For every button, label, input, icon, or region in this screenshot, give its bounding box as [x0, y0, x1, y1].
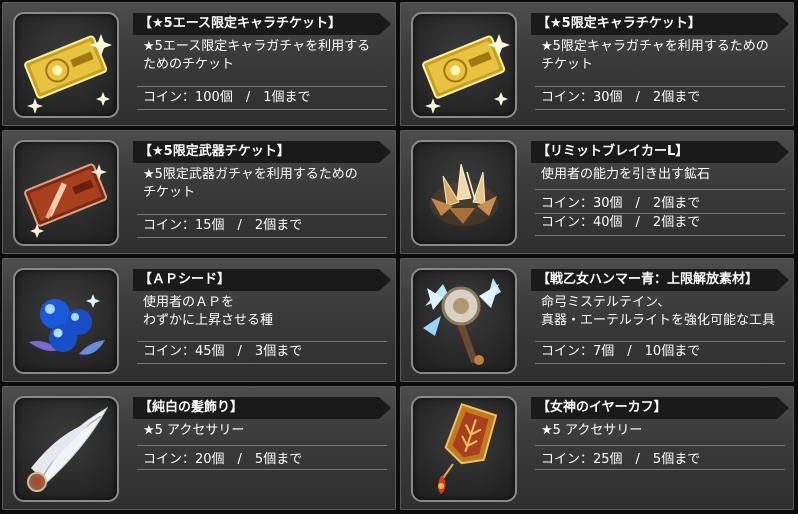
item-cost: コイン：7個 / 10個まで: [541, 344, 701, 359]
item-description: ★5限定武器ガチャを利用するための チケット: [143, 166, 393, 202]
separator: [137, 214, 387, 215]
separator: [137, 445, 387, 446]
desc-line: ★5エース限定キャラガチャを利用する: [143, 39, 371, 54]
separator: [137, 363, 387, 364]
item-description: ★5エース限定キャラガチャを利用する ためのチケット: [143, 38, 393, 74]
item-cost: コイン：100個 / 1個まで: [143, 90, 311, 105]
separator: [137, 341, 387, 342]
item-title: 【★5限定武器チケット】: [139, 144, 290, 159]
item-title: 【ＡＰシード】: [139, 272, 231, 287]
item-description: 命弓ミステルテイン、 真器・エーテルライトを強化可能な工具: [541, 294, 791, 330]
item-description: ★5限定キャラガチャを利用するための チケット: [541, 38, 791, 74]
separator: [137, 109, 387, 110]
shop-item-card[interactable]: 【★5限定武器チケット】 ★5限定武器ガチャを利用するための チケット コイン：…: [2, 130, 396, 254]
separator: [535, 469, 785, 470]
shop-item-card[interactable]: 【純白の髪飾り】 ★5 アクセサリー コイン：20個 / 5個まで: [2, 386, 396, 510]
desc-line: チケット: [541, 57, 594, 72]
item-cost: コイン：15個 / 2個まで: [143, 218, 303, 233]
item-cost: コイン：30個 / 2個まで: [541, 196, 701, 211]
desc-line: 命弓ミステルテイン、: [541, 295, 671, 310]
separator: [535, 109, 785, 110]
white-feather-icon: [13, 396, 119, 502]
separator: [535, 445, 785, 446]
crystal-ore-icon: [411, 140, 517, 246]
shop-item-card[interactable]: 【リミットブレイカーL】 使用者の能力を引き出す鉱石 コイン：30個 / 2個ま…: [400, 130, 794, 254]
separator: [535, 363, 785, 364]
desc-line: ★5限定キャラガチャを利用するための: [541, 39, 769, 54]
item-cost: コイン：45個 / 3個まで: [143, 344, 303, 359]
shop-item-card[interactable]: 【★5エース限定キャラチケット】 ★5エース限定キャラガチャを利用する ためのチ…: [2, 2, 396, 126]
blue-seed-icon: [13, 268, 119, 374]
desc-line: ためのチケット: [143, 57, 235, 72]
desc-line: 使用者の能力を引き出す鉱石: [541, 167, 711, 182]
shop-item-card[interactable]: 【女神のイヤーカフ】 ★5 アクセサリー コイン：25個 / 5個まで: [400, 386, 794, 510]
separator: [535, 235, 785, 236]
separator: [137, 86, 387, 87]
item-title: 【★5限定キャラチケット】: [537, 16, 701, 31]
earcuff-icon: [411, 396, 517, 502]
item-title: 【リミットブレイカーL】: [537, 144, 689, 159]
item-description: 使用者のＡＰを わずかに上昇させる種: [143, 294, 393, 330]
separator: [535, 86, 785, 87]
desc-line: ★5限定武器ガチャを利用するための: [143, 167, 358, 182]
item-cost: コイン：20個 / 5個まで: [143, 452, 303, 467]
separator: [137, 237, 387, 238]
item-description: ★5 アクセサリー: [143, 422, 393, 440]
shop-item-card[interactable]: 【ＡＰシード】 使用者のＡＰを わずかに上昇させる種 コイン：45個 / 3個ま…: [2, 258, 396, 382]
item-title: 【女神のイヤーカフ】: [537, 400, 667, 415]
gold-ticket-icon: [411, 12, 517, 118]
separator: [137, 469, 387, 470]
shop-item-card[interactable]: 【戦乙女ハンマー青：上限解放素材】 命弓ミステルテイン、 真器・エーテルライトを…: [400, 258, 794, 382]
ice-hammer-icon: [411, 268, 517, 374]
red-weapon-ticket-icon: [13, 140, 119, 246]
item-title: 【戦乙女ハンマー青：上限解放素材】: [537, 272, 759, 287]
gold-ticket-icon: [13, 12, 119, 118]
desc-line: 真器・エーテルライトを強化可能な工具: [541, 313, 776, 328]
separator: [535, 189, 785, 190]
desc-line: チケット: [143, 185, 196, 200]
desc-line: 使用者のＡＰを: [143, 295, 235, 310]
separator: [535, 341, 785, 342]
item-title: 【★5エース限定キャラチケット】: [139, 16, 342, 31]
desc-line: ★5 アクセサリー: [541, 423, 643, 438]
item-description: ★5 アクセサリー: [541, 422, 791, 440]
item-cost: コイン：30個 / 2個まで: [541, 90, 701, 105]
item-title: 【純白の髪飾り】: [139, 400, 244, 415]
shop-item-card[interactable]: 【★5限定キャラチケット】 ★5限定キャラガチャを利用するための チケット コイ…: [400, 2, 794, 126]
desc-line: わずかに上昇させる種: [143, 313, 274, 328]
item-cost: コイン：25個 / 5個まで: [541, 452, 701, 467]
item-cost: コイン：40個 / 2個まで: [541, 215, 701, 230]
item-description: 使用者の能力を引き出す鉱石: [541, 166, 791, 184]
desc-line: ★5 アクセサリー: [143, 423, 245, 438]
